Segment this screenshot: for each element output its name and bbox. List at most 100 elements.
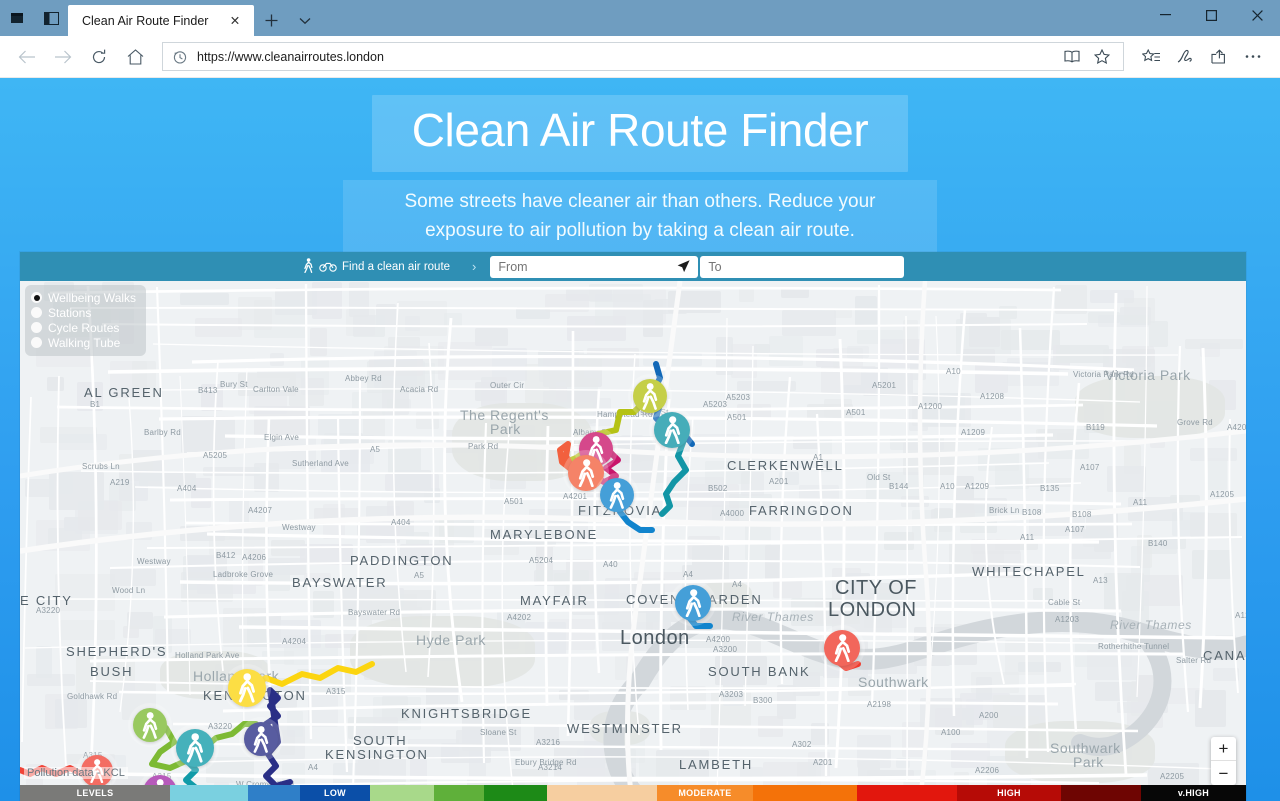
road-label: Westway (137, 557, 171, 566)
road-label: A1261 (1235, 611, 1246, 620)
navigation-arrow-icon[interactable] (676, 259, 691, 279)
from-input[interactable] (490, 255, 699, 278)
close-tab-icon[interactable]: ✕ (224, 10, 246, 32)
city-block (843, 384, 865, 394)
road-label: Carlton Vale (253, 385, 299, 394)
map-label: London (620, 627, 690, 649)
map-label: WESTMINSTER (567, 721, 683, 736)
road-label: A5 (414, 571, 425, 580)
page-subtitle: Some streets have cleaner air than other… (404, 191, 876, 241)
layer-option-stations[interactable]: Stations (31, 305, 136, 320)
city-block (1189, 447, 1237, 462)
city-block (946, 637, 978, 665)
home-button[interactable] (118, 41, 152, 73)
road-label: B108 (1072, 510, 1092, 519)
radio-icon (31, 307, 42, 318)
road-label: B413 (198, 386, 218, 395)
city-block (643, 300, 663, 338)
city-block (902, 319, 919, 354)
app-menu-icon[interactable] (0, 0, 34, 36)
maximize-button[interactable] (1188, 0, 1234, 30)
road-label: B108 (1022, 508, 1042, 517)
road-label: Holland Park Ave (175, 651, 240, 660)
layer-option-walking-tube[interactable]: Walking Tube (31, 335, 136, 350)
layer-option-cycle-routes[interactable]: Cycle Routes (31, 320, 136, 335)
reading-view-icon[interactable] (1057, 43, 1087, 70)
zoom-out-button[interactable]: − (1211, 761, 1236, 785)
road-label: A2198 (867, 700, 892, 709)
forward-button[interactable] (46, 41, 80, 73)
new-tab-button[interactable] (254, 5, 288, 36)
road-label: Bayswater Rd (348, 608, 401, 617)
city-block (309, 328, 327, 357)
city-block (811, 722, 829, 745)
to-input[interactable] (700, 255, 905, 278)
star-icon[interactable] (1087, 43, 1117, 70)
more-options-icon[interactable] (1236, 41, 1270, 73)
map-label: Southwark (858, 674, 929, 690)
road-label: Acacia Rd (400, 385, 439, 394)
city-block (492, 347, 527, 381)
legend-band-swatch-12 (1061, 785, 1141, 801)
legend-band-vhigh: v.HIGH (1141, 785, 1246, 801)
road-label: Bury St (220, 380, 248, 389)
city-block (405, 316, 420, 331)
road-label: A315 (326, 687, 346, 696)
road-label: Sloane St (480, 728, 517, 737)
map-label: KENSINGTON (325, 747, 429, 762)
city-block (1195, 690, 1226, 727)
minimize-button[interactable] (1142, 0, 1188, 30)
city-block (642, 352, 702, 366)
road-label: Old St (867, 473, 891, 482)
tab-title: Clean Air Route Finder (82, 13, 209, 28)
zoom-in-button[interactable]: + (1211, 737, 1236, 761)
hub-icon[interactable] (1134, 41, 1168, 73)
toolbar-right-actions (1134, 41, 1270, 73)
city-block (47, 377, 64, 391)
road-label: A4206 (242, 553, 267, 562)
browser-tab[interactable]: Clean Air Route Finder ✕ (68, 5, 254, 36)
tab-list-chevron-down-icon[interactable] (288, 5, 322, 36)
road-label: A201 (769, 477, 789, 486)
city-block (1007, 358, 1059, 387)
close-window-button[interactable] (1234, 0, 1280, 30)
walk-route-marker-teal-north[interactable] (649, 407, 695, 453)
radio-icon (31, 337, 42, 348)
layer-option-wellbeing-walks[interactable]: Wellbeing Walks (31, 290, 136, 305)
city-block (577, 768, 637, 778)
map-label: AL GREEN (84, 385, 164, 400)
address-bar[interactable]: https://www.cleanairroutes.london (162, 42, 1124, 71)
from-input-wrapper (490, 255, 699, 279)
walk-route-marker-blue-covent[interactable] (670, 580, 716, 626)
road-label: Abbey Rd (345, 374, 382, 383)
city-block (54, 698, 87, 729)
back-button[interactable] (10, 41, 44, 73)
city-block (1057, 433, 1076, 443)
walk-route-marker-green-hammersmith[interactable] (128, 703, 172, 747)
refresh-button[interactable] (82, 41, 116, 73)
map-application: Find a clean air route › Victoria ParkCL… (20, 252, 1246, 801)
set-aside-tabs-icon[interactable] (34, 0, 68, 36)
share-icon[interactable] (1202, 41, 1236, 73)
page-content: Clean Air Route Finder Some streets have… (0, 78, 1280, 801)
walk-route-marker-blue-fitzrovia[interactable] (595, 473, 639, 517)
city-block (558, 689, 590, 701)
road-label: A4 (732, 580, 743, 589)
road-label: Brick Ln (989, 506, 1020, 515)
city-block (313, 590, 335, 618)
walk-route-marker-navy[interactable] (239, 717, 283, 761)
road-label: A40 (603, 560, 618, 569)
walk-route-marker-red-southwark[interactable] (819, 625, 865, 671)
route-finder-label[interactable]: Find a clean air route (303, 257, 450, 276)
web-notes-icon[interactable] (1168, 41, 1202, 73)
map-canvas[interactable]: Victoria Park CLERKENWELL FARRINGDON WHITEC… (20, 281, 1246, 801)
road-label: B119 (1086, 423, 1105, 432)
walk-route-marker-teal-kensington[interactable] (171, 724, 219, 772)
city-block (769, 335, 803, 367)
road-label: A11 (1133, 498, 1148, 507)
city-block (1083, 530, 1108, 547)
city-block (36, 520, 90, 551)
walk-route-marker-yellow-holland[interactable] (223, 664, 271, 712)
road-label: Barlby Rd (144, 428, 181, 437)
road-label: A5205 (203, 451, 228, 460)
